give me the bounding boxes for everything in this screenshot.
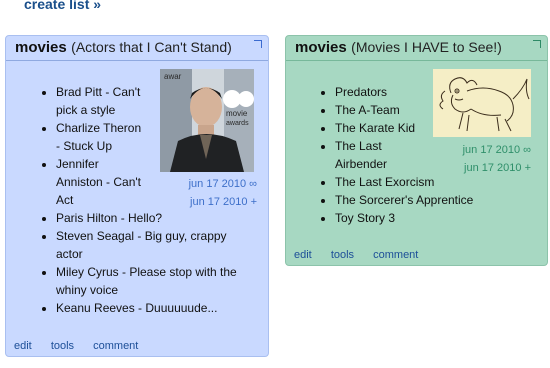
list-item: Paris Hilton - Hello? [56,209,248,227]
card-header: movies (Actors that I Can't Stand) [6,36,268,61]
svg-text:awar: awar [164,72,182,81]
list-item: Brad Pitt - Can't pick a style [56,83,146,119]
list-item: Charlize Theron - Stuck Up [56,119,146,155]
tools-link[interactable]: tools [331,249,354,261]
card-title[interactable]: movies [295,39,347,56]
date-meta: jun 17 2010 ∞ jun 17 2010 + [189,175,257,211]
list-item: Jennifer Anniston - Can't Act [56,155,146,209]
create-list-link[interactable]: create list » [24,0,101,12]
list-item: The Sorcerer's Apprentice [335,191,535,209]
card-subtitle: (Movies I HAVE to See!) [351,39,502,55]
edit-link[interactable]: edit [14,340,32,352]
list-item: The A-Team [335,101,535,119]
list-item: Predators [335,83,535,101]
list-item: Steven Seagal - Big guy, crappy actor [56,227,248,263]
date-created[interactable]: jun 17 2010 ∞ [463,141,531,159]
date-meta: jun 17 2010 ∞ jun 17 2010 + [463,141,531,177]
list-item: Keanu Reeves - Duuuuuude... [56,299,248,317]
list-item: The Last Airbender [335,137,405,173]
date-created[interactable]: jun 17 2010 ∞ [189,175,257,193]
tools-link[interactable]: tools [51,340,74,352]
list-item: Miley Cyrus - Please stop with the whiny… [56,263,248,299]
card-footer: edit tools comment [294,249,434,261]
comment-link[interactable]: comment [93,340,138,352]
card-footer: edit tools comment [14,340,154,352]
list-item: Toy Story 3 [335,209,535,227]
list-card-actors: movies (Actors that I Can't Stand) awar … [5,35,269,357]
corner-expand-icon[interactable] [533,40,541,48]
list-card-movies: movies (Movies I HAVE to See!) Predato [285,35,548,266]
comment-link[interactable]: comment [373,249,418,261]
date-updated[interactable]: jun 17 2010 + [189,193,257,211]
card-header: movies (Movies I HAVE to See!) [286,36,547,61]
card-subtitle: (Actors that I Can't Stand) [71,39,232,55]
card-title[interactable]: movies [15,39,67,56]
date-updated[interactable]: jun 17 2010 + [463,159,531,177]
edit-link[interactable]: edit [294,249,312,261]
corner-expand-icon[interactable] [254,40,262,48]
list-item: The Karate Kid [335,119,535,137]
